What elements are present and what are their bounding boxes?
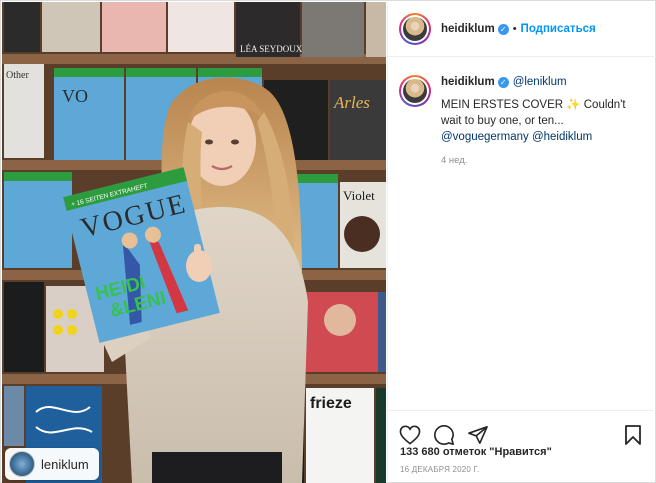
post-sidebar: heidiklum ✓ • Подписаться heidiklum ✓ @l… [387,2,656,483]
svg-text:Other: Other [6,70,29,81]
like-button[interactable] [398,423,422,447]
caption-mention-voguegermany[interactable]: @voguegermany [441,131,529,143]
caption-mention-leniklum[interactable]: @leniklum [513,74,567,90]
caption-body: heidiklum ✓ @leniklum MEIN ERSTES COVER … [441,74,641,410]
comment-button[interactable] [432,423,456,447]
comment-icon [434,424,454,445]
author-avatar[interactable] [399,13,431,45]
caption-line: MEIN ERSTES COVER ✨ Couldn't wait to buy… [441,99,626,127]
caption-section: heidiklum ✓ @leniklum MEIN ERSTES COVER … [388,58,656,410]
verified-badge-icon: ✓ [497,23,509,35]
heart-icon [399,425,421,445]
bookmark-icon [625,424,641,445]
likes-count[interactable]: 133 680 отметок "Нравится" [400,446,552,458]
verified-badge-icon: ✓ [497,76,509,88]
share-icon [468,425,488,444]
caption-timestamp[interactable]: 4 нед. [441,155,641,166]
share-button[interactable] [466,423,490,447]
post-photo[interactable]: LÉA SEYDOUX Other VO Arles Violet frieze… [2,2,386,483]
author-username[interactable]: heidiklum [441,23,495,35]
post-date[interactable]: 16 ДЕКАБРЯ 2020 Г. [400,465,479,474]
svg-text:Violet: Violet [343,188,375,203]
tagged-user-avatar [9,451,35,477]
svg-text:VO: VO [62,86,88,106]
caption-header: heidiklum ✓ @leniklum [441,74,641,90]
svg-text:LÉA SEYDOUX: LÉA SEYDOUX [240,44,303,54]
caption-author-avatar[interactable] [399,75,431,107]
post-photo-image: LÉA SEYDOUX Other VO Arles Violet frieze… [2,2,386,483]
svg-text:Arles: Arles [333,93,370,112]
action-bar [388,410,656,450]
follow-button[interactable]: Подписаться [521,23,596,35]
save-button[interactable] [621,423,645,447]
caption-username[interactable]: heidiklum [441,74,495,90]
instagram-post-modal: LÉA SEYDOUX Other VO Arles Violet frieze… [0,0,656,483]
tagged-username: leniklum [41,456,89,472]
post-header: heidiklum ✓ • Подписаться [388,2,656,57]
svg-text:frieze: frieze [310,395,352,412]
separator-dot: • [512,23,517,35]
tagged-user-pill[interactable]: leniklum [5,448,99,480]
caption-text: MEIN ERSTES COVER ✨ Couldn't wait to buy… [441,97,641,145]
caption-mention-heidiklum[interactable]: @heidiklum [532,131,592,143]
